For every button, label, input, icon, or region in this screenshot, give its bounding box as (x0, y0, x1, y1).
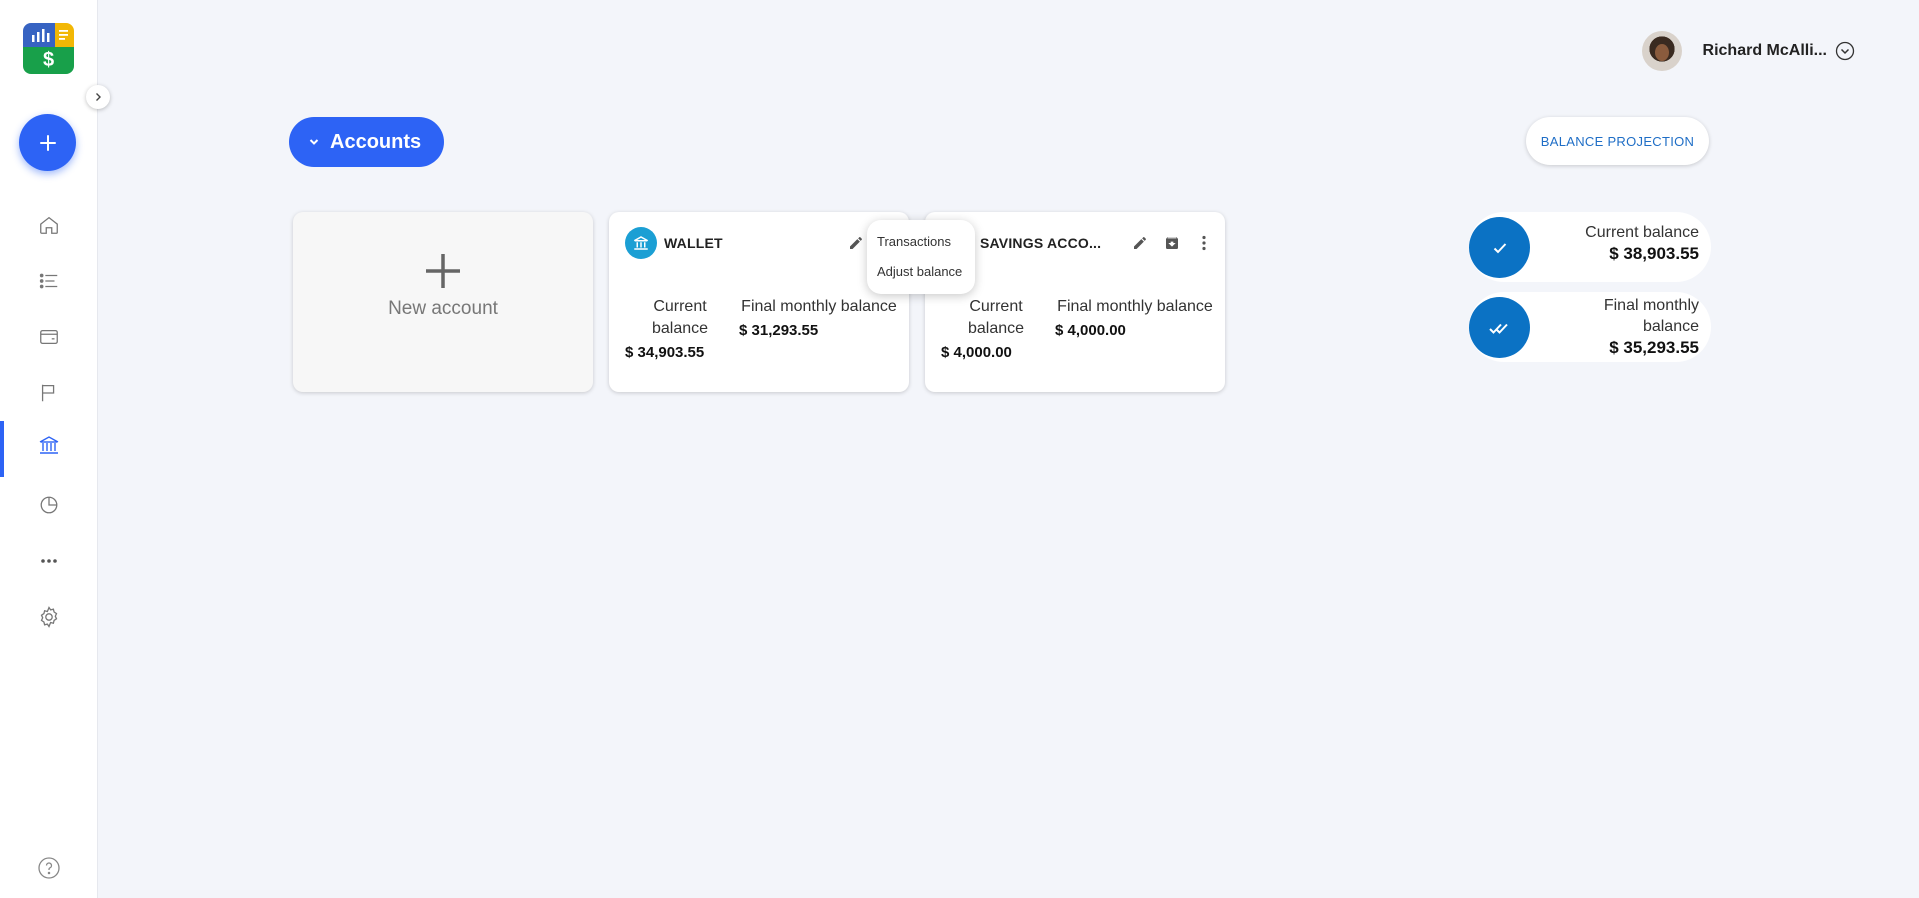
edit-icon[interactable] (847, 234, 865, 252)
avatar[interactable] (1641, 31, 1682, 71)
more-icon (41, 559, 57, 563)
wallet-icon (40, 329, 58, 345)
sidebar-item-home[interactable] (0, 201, 98, 249)
sidebar-item-goals[interactable] (0, 369, 98, 417)
balance-projection-button[interactable]: BALANCE PROJECTION (1526, 117, 1709, 165)
plus-icon (426, 254, 460, 288)
double-check-icon (1469, 297, 1530, 358)
list-icon (39, 273, 58, 289)
current-balance-value: $ 4,000.00 (941, 344, 1012, 361)
new-account-label: New account (388, 298, 498, 319)
help-button[interactable] (37, 856, 61, 880)
gear-icon (40, 606, 58, 628)
summary-value: $ 35,293.55 (1609, 338, 1699, 357)
menu-item-adjust-balance[interactable]: Adjust balance (867, 264, 975, 294)
summary-current-balance: Current balance $ 38,903.55 (1469, 212, 1711, 282)
final-balance-value: $ 31,293.55 (739, 322, 819, 339)
final-balance-value: $ 4,000.00 (1055, 322, 1126, 339)
sidebar-item-transactions[interactable] (0, 257, 98, 305)
sidebar-item-accounts[interactable] (0, 421, 98, 477)
bar-chart-icon (32, 29, 50, 42)
final-balance-label: Final monthly balance (1057, 298, 1213, 315)
check-icon (1469, 217, 1530, 278)
user-name: Richard McAlli... (1702, 42, 1827, 59)
chevron-down-icon (309, 139, 319, 145)
help-icon (38, 857, 60, 879)
home-icon (40, 216, 58, 234)
summary-label-line2: balance (1642, 318, 1699, 335)
chevron-right-icon (96, 93, 101, 101)
app-logo[interactable]: $ (23, 23, 74, 74)
sidebar-item-cards[interactable] (0, 313, 98, 361)
user-menu[interactable]: Richard McAlli... (1641, 31, 1855, 71)
logo-dollar: $ (42, 49, 55, 71)
new-account-card[interactable]: New account (293, 212, 593, 392)
document-lines-icon (59, 30, 68, 40)
bank-icon (39, 436, 59, 454)
edit-icon[interactable] (1131, 234, 1149, 252)
menu-item-transactions[interactable]: Transactions (867, 234, 975, 264)
final-balance-label: Final monthly balance (741, 298, 897, 315)
archive-icon[interactable] (1163, 234, 1181, 252)
accounts-dropdown[interactable]: Accounts (289, 117, 444, 167)
add-button[interactable] (19, 114, 76, 171)
current-balance-value: $ 34,903.55 (625, 344, 705, 361)
bank-icon (625, 227, 657, 259)
account-card-wallet[interactable]: WALLET Current balance $ 34,903.55 Final… (609, 212, 909, 392)
account-name: WALLET (664, 235, 723, 251)
sidebar-item-settings[interactable] (0, 593, 98, 641)
pie-chart-icon (40, 496, 58, 514)
account-name: SAVINGS ACCO... (980, 235, 1102, 251)
summary-label: Current balance (1585, 224, 1699, 241)
plus-icon (39, 134, 56, 151)
summary-label: Final monthly (1603, 297, 1699, 314)
sidebar-item-more[interactable] (0, 537, 98, 585)
sidebar-collapse-button[interactable] (86, 85, 110, 109)
summary-value: $ 38,903.55 (1609, 244, 1699, 263)
sidebar: $ (0, 0, 98, 898)
accounts-label: Accounts (330, 130, 422, 153)
current-balance-label: Current balance (651, 298, 709, 337)
chevron-down-icon[interactable] (1835, 41, 1855, 61)
current-balance-label: Current balance (967, 298, 1025, 337)
summary-final-balance: Final monthly balance $ 35,293.55 (1469, 292, 1711, 362)
more-vertical-icon[interactable] (1195, 234, 1213, 252)
sidebar-item-reports[interactable] (0, 481, 98, 529)
account-options-menu: Transactions Adjust balance (867, 220, 975, 294)
flag-icon (41, 384, 55, 402)
